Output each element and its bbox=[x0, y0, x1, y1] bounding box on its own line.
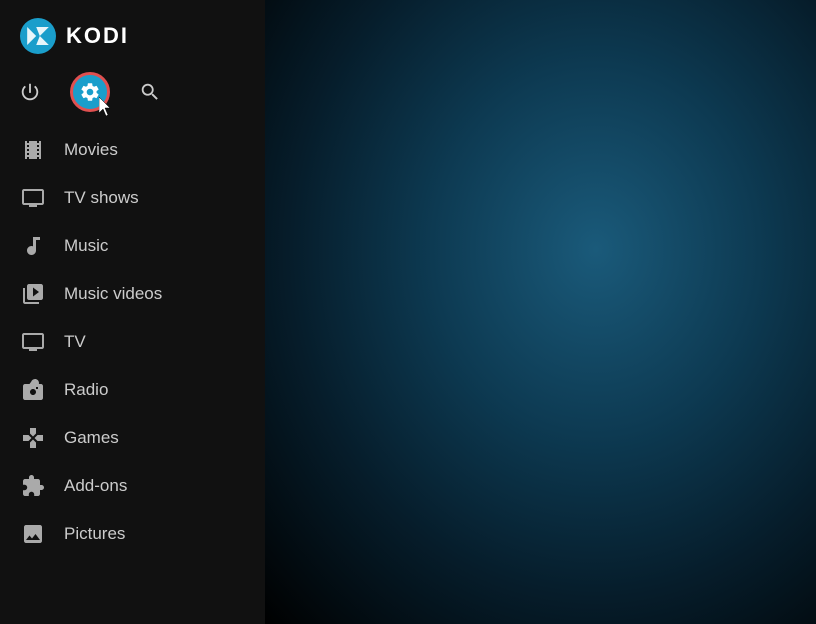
tvshows-label: TV shows bbox=[64, 188, 139, 208]
sidebar-item-tv[interactable]: TV bbox=[0, 318, 265, 366]
sidebar-item-movies[interactable]: Movies bbox=[0, 126, 265, 174]
sidebar-item-games[interactable]: Games bbox=[0, 414, 265, 462]
settings-button[interactable] bbox=[70, 72, 110, 112]
tv-icon bbox=[20, 329, 46, 355]
sidebar: KODI bbox=[0, 0, 265, 624]
movies-icon bbox=[20, 137, 46, 163]
games-label: Games bbox=[64, 428, 119, 448]
search-icon bbox=[139, 81, 161, 103]
power-icon bbox=[19, 81, 41, 103]
sidebar-item-radio[interactable]: Radio bbox=[0, 366, 265, 414]
search-button[interactable] bbox=[130, 72, 170, 112]
tv-label: TV bbox=[64, 332, 86, 352]
sidebar-item-musicvideos[interactable]: Music videos bbox=[0, 270, 265, 318]
musicvideos-icon bbox=[20, 281, 46, 307]
sidebar-item-addons[interactable]: Add-ons bbox=[0, 462, 265, 510]
tvshows-icon bbox=[20, 185, 46, 211]
addons-label: Add-ons bbox=[64, 476, 127, 496]
nav-list: Movies TV shows Music Music videos bbox=[0, 126, 265, 624]
music-icon bbox=[20, 233, 46, 259]
logo-area: KODI bbox=[0, 0, 265, 68]
musicvideos-label: Music videos bbox=[64, 284, 162, 304]
radio-label: Radio bbox=[64, 380, 108, 400]
radio-icon bbox=[20, 377, 46, 403]
sidebar-item-tvshows[interactable]: TV shows bbox=[0, 174, 265, 222]
gear-icon bbox=[79, 81, 101, 103]
main-content bbox=[265, 0, 816, 624]
cursor-icon bbox=[99, 97, 115, 117]
pictures-label: Pictures bbox=[64, 524, 125, 544]
top-icons-bar bbox=[0, 68, 265, 126]
app-title: KODI bbox=[66, 23, 129, 49]
games-icon bbox=[20, 425, 46, 451]
kodi-logo-icon bbox=[20, 18, 56, 54]
movies-label: Movies bbox=[64, 140, 118, 160]
music-label: Music bbox=[64, 236, 108, 256]
sidebar-item-pictures[interactable]: Pictures bbox=[0, 510, 265, 558]
power-button[interactable] bbox=[10, 72, 50, 112]
pictures-icon bbox=[20, 521, 46, 547]
sidebar-item-music[interactable]: Music bbox=[0, 222, 265, 270]
addons-icon bbox=[20, 473, 46, 499]
